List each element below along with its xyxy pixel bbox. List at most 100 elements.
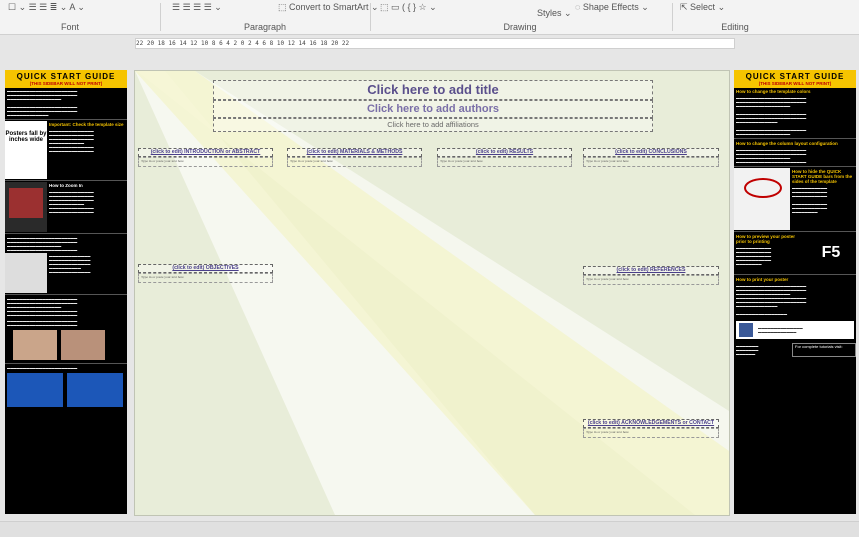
- posters-fall-note: Posters fall by inches wide: [5, 121, 47, 179]
- highlight-circle: [744, 178, 782, 198]
- section-heading[interactable]: (click to edit) ACKNOWLEDGEMENTS or CONT…: [583, 419, 719, 428]
- left-sidebar-text-2: ▬▬▬▬▬▬▬▬▬▬▬▬▬▬▬▬▬▬▬▬▬▬ ▬▬▬▬▬▬▬▬▬▬▬▬▬▬▬▬▬▬…: [7, 236, 78, 252]
- left-sidebar-text-4: ▬▬▬▬▬▬▬▬▬▬▬▬▬▬▬▬▬▬▬▬▬▬ ▬▬▬▬▬▬▬▬▬▬▬▬▬▬▬▬▬▬…: [7, 319, 78, 327]
- right-sidebar-header: QUICK START GUIDE (THIS SIDEBAR WILL NOT…: [734, 70, 856, 88]
- drawing-group-label: Drawing: [503, 22, 537, 32]
- ribbon-separator: [370, 3, 371, 31]
- select-button[interactable]: ⇱ Select ⌄: [680, 2, 725, 13]
- right-quick-start-sidebar: QUICK START GUIDE (THIS SIDEBAR WILL NOT…: [734, 70, 856, 514]
- hide-guide-title: How to hide the QUICK START GUIDE bars f…: [792, 169, 853, 184]
- zoom-image-fill: [9, 188, 43, 218]
- portrait-image: [13, 330, 57, 360]
- left-sidebar-subtitle: (THIS SIDEBAR WILL NOT PRINT): [29, 81, 103, 86]
- section-materials-methods[interactable]: (click to edit) MATERIALS & METHODS Type…: [287, 148, 422, 167]
- styles-button[interactable]: Styles ⌄: [537, 8, 572, 19]
- hide-guide-text: ▬▬▬▬▬▬▬▬▬▬▬ ▬▬▬▬▬▬▬▬▬▬▬ ▬▬▬▬▬▬▬▬▬▬▬ ▬▬▬▬▬▬▬…: [792, 186, 828, 214]
- left-sidebar-header: QUICK START GUIDE (THIS SIDEBAR WILL NOT…: [5, 70, 127, 88]
- right-sidebar-title: QUICK START GUIDE: [745, 72, 845, 81]
- poster-slide[interactable]: Click here to add title Click here to ad…: [134, 70, 730, 516]
- divider: [734, 231, 856, 232]
- section-results[interactable]: (click to edit) RESULTS Type in or paste…: [437, 148, 572, 167]
- ribbon-separator: [160, 3, 161, 31]
- ribbon-separator: [672, 3, 673, 31]
- section-heading[interactable]: (click to edit) CONCLUSIONS: [583, 148, 719, 157]
- convert-smartart-label: Convert to SmartArt: [289, 2, 369, 12]
- section-heading[interactable]: (click to edit) RESULTS: [437, 148, 572, 157]
- footer-title: For complete tutorials visit:: [795, 344, 843, 349]
- left-sidebar-text-3: ▬▬▬▬▬▬▬▬▬▬▬▬▬▬▬▬▬▬▬▬▬▬ ▬▬▬▬▬▬▬▬▬▬▬▬▬▬▬▬▬▬…: [7, 297, 78, 317]
- paragraph-tools-icon[interactable]: ☰ ☰ ☰ ☰ ⌄: [172, 2, 222, 13]
- zoom-text: ▬▬▬▬▬▬▬▬▬▬▬▬▬▬ ▬▬▬▬▬▬▬▬▬▬▬▬▬▬ ▬▬▬▬▬▬▬▬▬▬▬▬…: [49, 190, 94, 214]
- footer-block: ▬▬▬▬▬▬▬ ▬▬▬▬▬▬▬ ▬▬▬▬▬▬ For complete tutori…: [734, 343, 856, 357]
- column-layout-title: How to change the column layout configur…: [736, 141, 838, 146]
- divider: [734, 274, 856, 275]
- block-text: ▬▬▬▬▬▬▬▬▬▬▬▬▬ ▬▬▬▬▬▬▬▬▬▬▬▬▬ ▬▬▬▬▬▬▬▬▬▬▬▬▬ ▬…: [49, 254, 91, 274]
- section-body[interactable]: Type in or paste your text here: [287, 157, 422, 167]
- divider: [5, 119, 127, 120]
- section-body[interactable]: Type in or paste your text here: [583, 428, 719, 438]
- divider: [5, 233, 127, 234]
- section-objectives[interactable]: (click to edit) OBJECTIVES Type in or pa…: [138, 264, 273, 283]
- print-poster-title: How to print your poster: [736, 277, 789, 282]
- print-poster-text: ▬▬▬▬▬▬▬▬▬▬▬▬▬▬▬▬▬▬▬▬▬▬ ▬▬▬▬▬▬▬▬▬▬▬▬▬▬▬▬▬▬…: [736, 284, 807, 316]
- divider: [734, 138, 856, 139]
- section-body[interactable]: Type in or paste your text here: [583, 157, 719, 167]
- font-group-label: Font: [60, 22, 79, 32]
- footer-left-text: ▬▬▬▬▬▬▬ ▬▬▬▬▬▬▬ ▬▬▬▬▬▬: [736, 344, 759, 356]
- hide-guide-screenshot: [734, 168, 790, 230]
- facebook-banner[interactable]: ▬▬▬▬▬▬▬▬▬▬▬▬▬▬ ▬▬▬▬▬▬▬▬▬▬▬▬: [736, 321, 854, 339]
- divider: [5, 180, 127, 181]
- section-body[interactable]: Type in or paste your text here: [583, 275, 719, 285]
- map-images: [5, 371, 127, 409]
- styles-label: Styles: [537, 8, 562, 18]
- authors-placeholder[interactable]: Click here to add authors: [213, 100, 653, 118]
- left-sidebar-text: ▬▬▬▬▬▬▬▬▬▬▬▬▬▬▬▬▬▬▬▬▬▬ ▬▬▬▬▬▬▬▬▬▬▬▬▬▬▬▬▬▬…: [7, 89, 78, 117]
- section-heading[interactable]: (click to edit) REFERENCES: [583, 266, 719, 275]
- template-size-title: Important: Check the template size: [49, 122, 124, 127]
- template-colors-title: How to change the template colors: [736, 89, 811, 94]
- zoom-screenshot-image: [5, 182, 47, 232]
- divider: [734, 166, 856, 167]
- screenshot-image: [5, 253, 47, 293]
- portrait-images: [5, 328, 127, 362]
- section-heading[interactable]: (click to edit) MATERIALS & METHODS: [287, 148, 422, 157]
- section-introduction[interactable]: (click to edit) INTRODUCTION or ABSTRACT…: [138, 148, 273, 167]
- shape-effects-button[interactable]: ◌ Shape Effects ⌄: [575, 2, 649, 13]
- world-map-image: [67, 373, 123, 407]
- section-body[interactable]: Type in or paste your text here: [138, 273, 273, 283]
- section-body[interactable]: Type in or paste your text here: [138, 157, 273, 167]
- column-layout-text: ▬▬▬▬▬▬▬▬▬▬▬▬▬▬▬▬▬▬▬▬▬▬ ▬▬▬▬▬▬▬▬▬▬▬▬▬▬▬▬▬▬…: [736, 148, 807, 164]
- template-size-block: Posters fall by inches wide Important: C…: [5, 121, 127, 179]
- ribbon: ☐ ⌄ ☰ ☰ ≣ ⌄ A ⌄ ☰ ☰ ☰ ☰ ⌄ ⬚ Convert to S…: [0, 0, 859, 35]
- right-sidebar-subtitle: (THIS SIDEBAR WILL NOT PRINT): [758, 81, 832, 86]
- shapes-gallery[interactable]: ⬚ ▭ ( { } ☆ ⌄: [380, 2, 437, 13]
- section-body[interactable]: Type in or paste your text here: [437, 157, 572, 167]
- horizontal-ruler[interactable]: 22 20 18 16 14 12 10 8 6 4 2 0 2 4 6 8 1…: [135, 38, 735, 49]
- facebook-icon: [739, 323, 753, 337]
- facebook-text: ▬▬▬▬▬▬▬▬▬▬▬▬▬▬ ▬▬▬▬▬▬▬▬▬▬▬▬: [758, 326, 803, 334]
- template-size-text: ▬▬▬▬▬▬▬▬▬▬▬▬▬▬ ▬▬▬▬▬▬▬▬▬▬▬▬▬▬ ▬▬▬▬▬▬▬▬▬▬▬▬…: [49, 129, 94, 153]
- affiliations-placeholder[interactable]: Click here to add affiliations: [213, 118, 653, 132]
- section-acknowledgements[interactable]: (click to edit) ACKNOWLEDGEMENTS or CONT…: [583, 419, 719, 438]
- section-references[interactable]: (click to edit) REFERENCES Type in or pa…: [583, 266, 719, 285]
- font-tools-icon[interactable]: ☐ ⌄ ☰ ☰ ≣ ⌄ A ⌄: [8, 2, 85, 13]
- world-map-image: [7, 373, 63, 407]
- convert-smartart-button[interactable]: ⬚ Convert to SmartArt ⌄: [278, 2, 379, 13]
- divider: [5, 363, 127, 364]
- shape-effects-label: Shape Effects: [582, 2, 639, 12]
- preview-text: ▬▬▬▬▬▬▬▬▬▬▬ ▬▬▬▬▬▬▬▬▬▬▬ ▬▬▬▬▬▬▬▬▬▬▬ ▬▬▬▬▬▬▬…: [736, 246, 772, 266]
- section-heading[interactable]: (click to edit) INTRODUCTION or ABSTRACT: [138, 148, 273, 157]
- template-colors-text: ▬▬▬▬▬▬▬▬▬▬▬▬▬▬▬▬▬▬▬▬▬▬ ▬▬▬▬▬▬▬▬▬▬▬▬▬▬▬▬▬▬…: [736, 96, 807, 136]
- left-sidebar-title: QUICK START GUIDE: [16, 72, 116, 81]
- title-placeholder[interactable]: Click here to add title: [213, 80, 653, 100]
- status-bar: [0, 521, 859, 537]
- f5-key-label: F5: [821, 244, 841, 261]
- section-conclusions[interactable]: (click to edit) CONCLUSIONS Type in or p…: [583, 148, 719, 167]
- select-label: Select: [690, 2, 716, 12]
- section-heading[interactable]: (click to edit) OBJECTIVES: [138, 264, 273, 273]
- text-block: ▬▬▬▬▬▬▬▬▬▬▬▬▬ ▬▬▬▬▬▬▬▬▬▬▬▬▬ ▬▬▬▬▬▬▬▬▬▬▬▬▬ ▬…: [5, 253, 127, 293]
- editing-group-label: Editing: [721, 22, 749, 32]
- paragraph-group-label: Paragraph: [243, 22, 287, 32]
- footer-box: For complete tutorials visit:: [792, 343, 856, 357]
- left-quick-start-sidebar: QUICK START GUIDE (THIS SIDEBAR WILL NOT…: [5, 70, 127, 514]
